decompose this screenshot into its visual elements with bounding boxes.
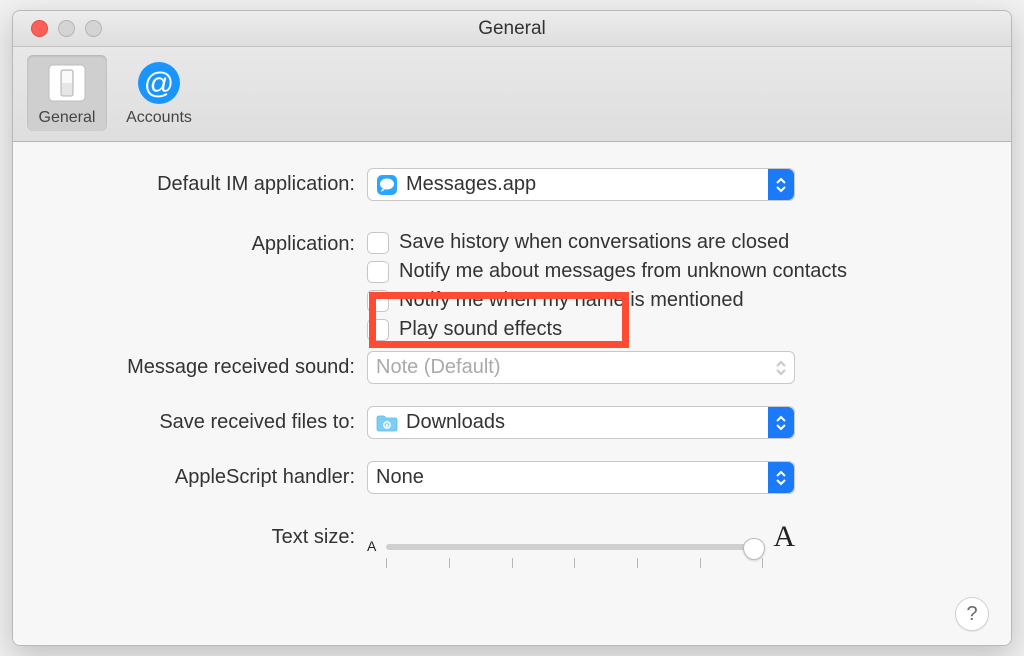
preferences-window: General General @ Accounts — [12, 10, 1012, 646]
content-pane: Default IM application: Messages.app — [13, 142, 1011, 645]
at-sign-icon: @ — [135, 59, 183, 107]
label-notify-name: Notify me when my name is mentioned — [399, 289, 744, 312]
row-default-im: Default IM application: Messages.app — [41, 168, 983, 201]
label-application: Application: — [41, 231, 367, 256]
titlebar[interactable]: General — [13, 11, 1011, 47]
tab-general[interactable]: General — [27, 55, 107, 131]
textsize-slider[interactable]: A A — [367, 520, 795, 554]
label-notify-unknown: Notify me about messages from unknown co… — [399, 260, 847, 283]
save-files-popup[interactable]: Downloads — [367, 406, 795, 439]
window-title: General — [13, 18, 1011, 40]
label-save-history: Save history when conversations are clos… — [399, 231, 789, 254]
applescript-value: None — [376, 466, 424, 489]
slider-track[interactable] — [386, 544, 763, 550]
chevron-up-down-icon — [768, 169, 794, 200]
chevron-up-down-icon — [768, 352, 794, 383]
textsize-small-a: A — [367, 538, 376, 554]
tab-accounts-label: Accounts — [126, 109, 192, 127]
toolbar: General @ Accounts — [13, 47, 1011, 142]
question-mark-icon: ? — [966, 603, 977, 626]
folder-icon — [376, 412, 398, 434]
row-textsize: Text size: A A — [41, 520, 983, 554]
slider-thumb[interactable] — [743, 538, 765, 560]
row-received-sound: Message received sound: Note (Default) — [41, 351, 983, 384]
svg-text:@: @ — [144, 67, 174, 100]
row-save-files: Save received files to: Downloads — [41, 406, 983, 439]
received-sound-popup[interactable]: Note (Default) — [367, 351, 795, 384]
label-default-im: Default IM application: — [41, 173, 367, 196]
label-received-sound: Message received sound: — [41, 356, 367, 379]
checkbox-notify-name[interactable] — [367, 290, 389, 312]
label-save-files: Save received files to: — [41, 411, 367, 434]
help-button[interactable]: ? — [955, 597, 989, 631]
row-applescript: AppleScript handler: None — [41, 461, 983, 494]
received-sound-value: Note (Default) — [376, 356, 501, 379]
default-im-popup[interactable]: Messages.app — [367, 168, 795, 201]
checkbox-notify-unknown[interactable] — [367, 261, 389, 283]
messages-app-icon — [376, 174, 398, 196]
chevron-up-down-icon — [768, 407, 794, 438]
label-play-sound: Play sound effects — [399, 318, 562, 341]
label-applescript: AppleScript handler: — [41, 466, 367, 489]
checkbox-play-sound[interactable] — [367, 319, 389, 341]
save-files-value: Downloads — [406, 411, 505, 434]
switch-icon — [43, 59, 91, 107]
check-save-history-row: Save history when conversations are clos… — [367, 231, 983, 254]
slider-ticks — [386, 558, 763, 568]
label-textsize: Text size: — [41, 526, 367, 549]
textsize-big-a: A — [773, 520, 795, 554]
checkbox-save-history[interactable] — [367, 232, 389, 254]
tab-general-label: General — [39, 109, 96, 127]
tab-accounts[interactable]: @ Accounts — [119, 55, 199, 131]
check-notify-name-row: Notify me when my name is mentioned — [367, 289, 983, 312]
chevron-up-down-icon — [768, 462, 794, 493]
default-im-value: Messages.app — [406, 173, 536, 196]
row-application: Application: Save history when conversat… — [41, 231, 983, 351]
check-notify-unknown-row: Notify me about messages from unknown co… — [367, 260, 983, 283]
applescript-popup[interactable]: None — [367, 461, 795, 494]
check-play-sound-row: Play sound effects — [367, 318, 983, 341]
